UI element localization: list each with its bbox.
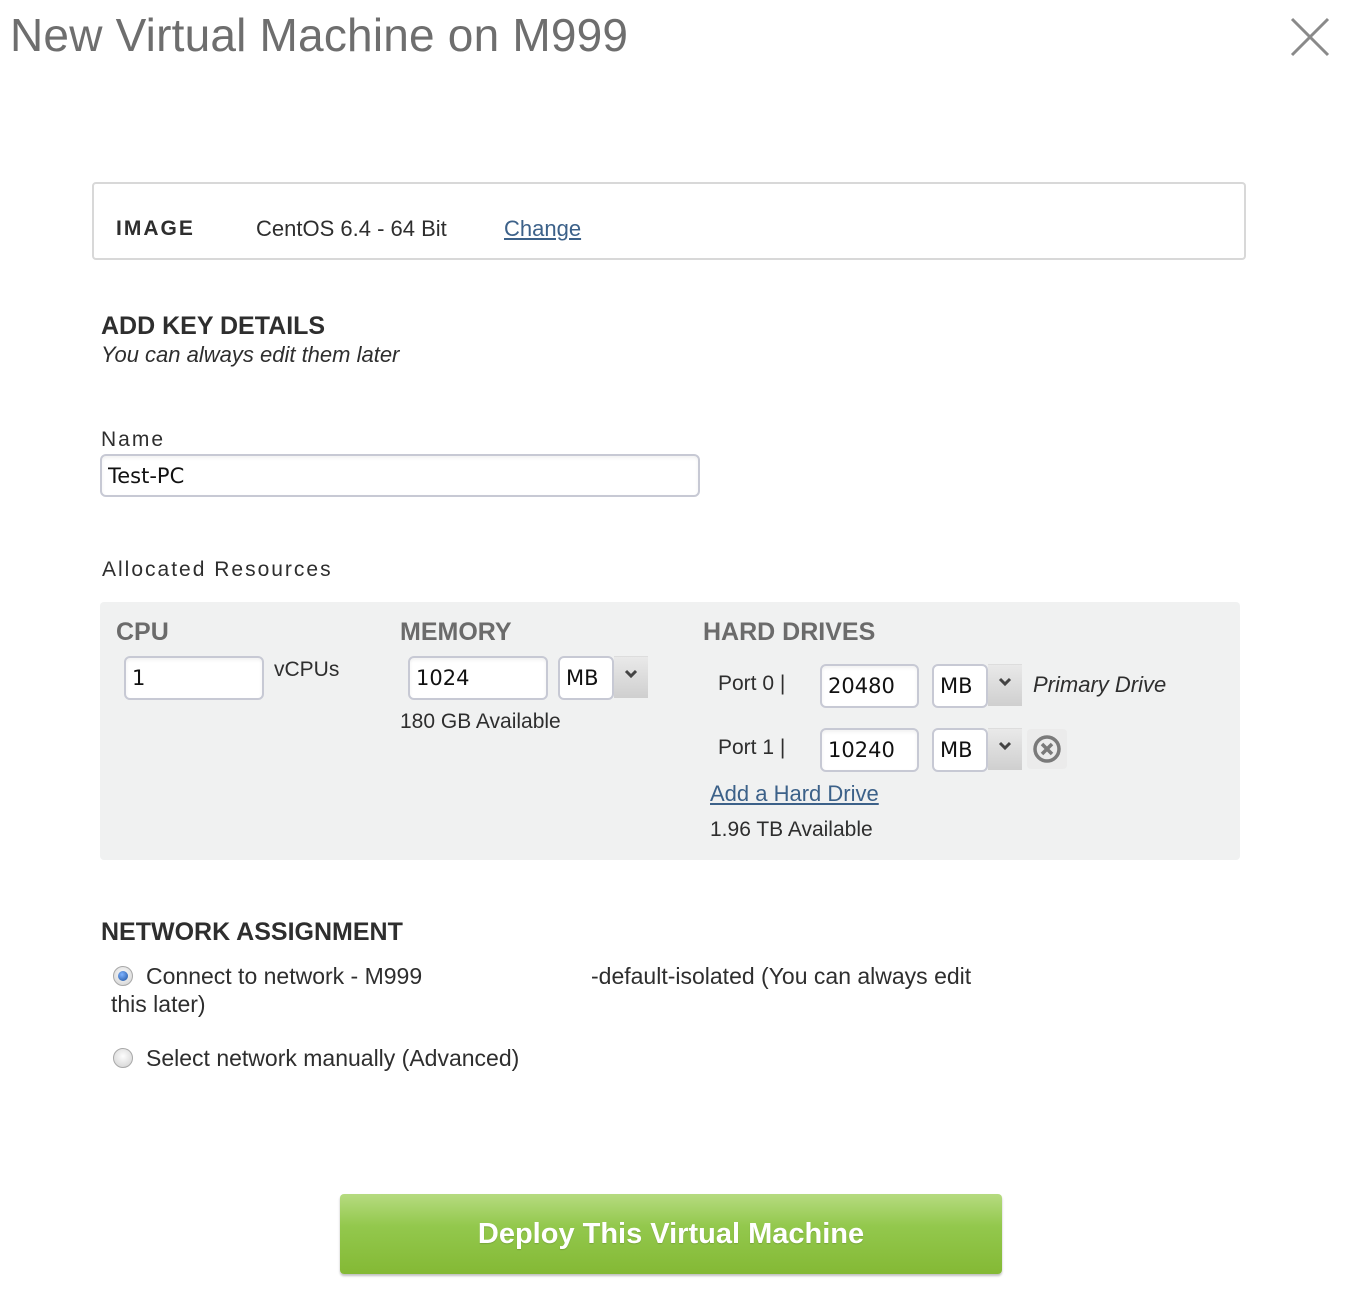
drive-unit-select[interactable]: MB: [932, 664, 1022, 708]
remove-drive-button[interactable]: [1027, 729, 1067, 769]
add-hard-drive-link[interactable]: Add a Hard Drive: [710, 781, 879, 807]
drive-unit-value[interactable]: MB: [932, 728, 988, 772]
primary-drive-note: Primary Drive: [1033, 672, 1167, 697]
chevron-down-icon: [998, 741, 1012, 751]
name-input[interactable]: [100, 454, 700, 497]
network-option-connect-label-cont[interactable]: -default-isolated (You can always edit: [591, 963, 971, 990]
memory-available: 180 GB Available: [400, 710, 561, 733]
deploy-button[interactable]: Deploy This Virtual Machine: [340, 1194, 1002, 1274]
image-label: IMAGE: [116, 217, 195, 240]
drive-unit-value[interactable]: MB: [932, 664, 988, 708]
network-heading: NETWORK ASSIGNMENT: [101, 918, 403, 946]
drive-port-label: Port 0 |: [718, 672, 786, 695]
key-details-subtitle: You can always edit them later: [101, 342, 400, 367]
network-option-connect-label[interactable]: Connect to network - M999: [146, 963, 422, 990]
hard-drives-heading: HARD DRIVES: [703, 618, 876, 646]
network-option-connect-radio[interactable]: [113, 966, 133, 986]
cpu-unit-label: vCPUs: [274, 658, 340, 681]
resources-panel: [100, 602, 1240, 860]
drive-port-label: Port 1 |: [718, 736, 786, 759]
chevron-down-icon: [624, 669, 638, 679]
memory-heading: MEMORY: [400, 618, 512, 646]
name-label: Name: [101, 428, 166, 451]
drive-unit-select[interactable]: MB: [932, 728, 1022, 772]
memory-unit-select[interactable]: MB: [558, 656, 648, 700]
drive-size-input[interactable]: [820, 728, 919, 772]
close-button[interactable]: [1288, 15, 1332, 59]
chevron-down-icon: [998, 677, 1012, 687]
network-option-manual-radio[interactable]: [113, 1048, 133, 1068]
remove-circle-x-icon: [1033, 735, 1061, 763]
memory-input[interactable]: [408, 656, 548, 700]
drive-unit-dropdown[interactable]: [988, 728, 1022, 770]
cpu-input[interactable]: [124, 656, 264, 700]
network-option-connect-label-wrap[interactable]: this later): [111, 991, 206, 1018]
close-x-icon: [1290, 17, 1330, 57]
dialog-title: New Virtual Machine on M999: [10, 9, 629, 61]
network-option-manual-label[interactable]: Select network manually (Advanced): [146, 1045, 519, 1072]
allocated-resources-label: Allocated Resources: [102, 558, 333, 581]
image-value: CentOS 6.4 - 64 Bit: [256, 216, 447, 241]
memory-unit-value[interactable]: MB: [558, 656, 614, 700]
drives-available: 1.96 TB Available: [710, 818, 873, 841]
change-image-link[interactable]: Change: [504, 216, 581, 242]
memory-unit-dropdown[interactable]: [614, 656, 648, 698]
cpu-heading: CPU: [116, 618, 169, 646]
drive-size-input[interactable]: [820, 664, 919, 708]
drive-unit-dropdown[interactable]: [988, 664, 1022, 706]
key-details-heading: ADD KEY DETAILS: [101, 312, 326, 340]
